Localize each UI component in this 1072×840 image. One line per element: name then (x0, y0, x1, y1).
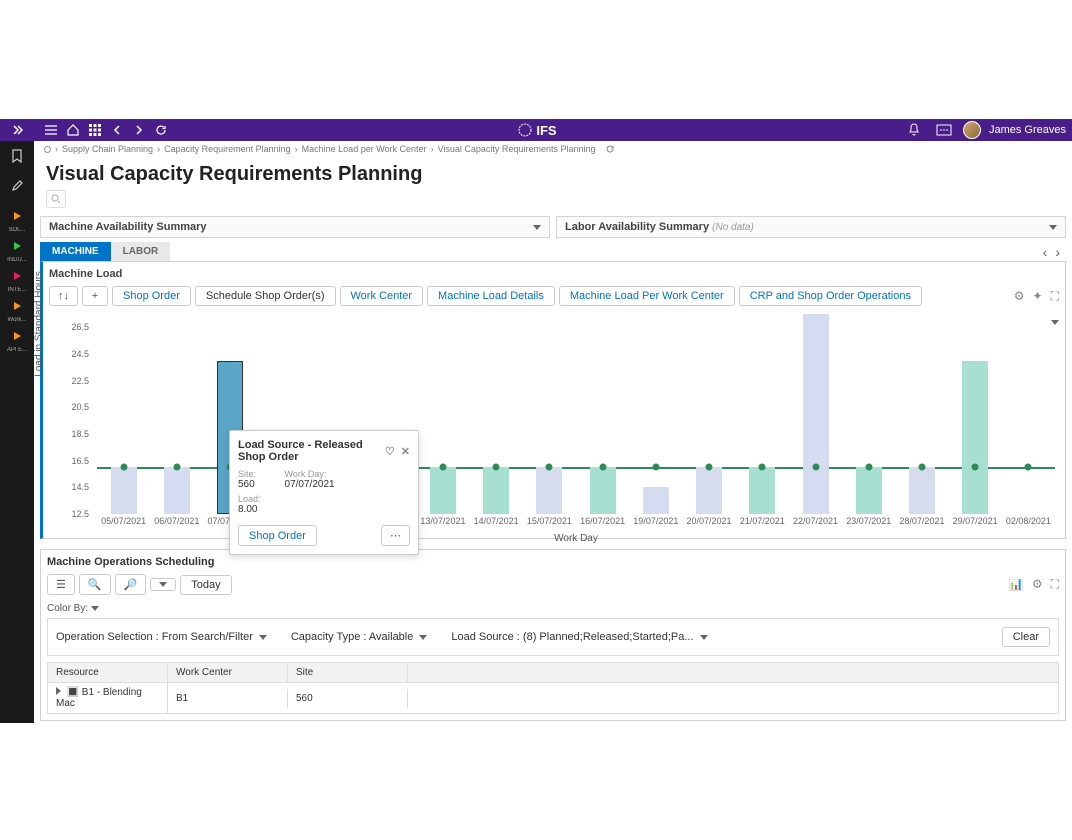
menu-icon[interactable] (40, 119, 62, 141)
x-axis-label: Work Day (554, 533, 598, 544)
th-work-center[interactable]: Work Center (168, 663, 288, 682)
back-icon[interactable] (106, 119, 128, 141)
refresh-icon[interactable] (150, 119, 172, 141)
settings-icon[interactable]: ⚙ (1014, 289, 1025, 304)
brand-logo: IFS (172, 123, 903, 138)
next-icon[interactable]: › (1055, 244, 1060, 260)
work-center-button[interactable]: Work Center (340, 286, 424, 306)
bell-icon[interactable] (903, 119, 925, 141)
prev-icon[interactable]: ‹ (1043, 244, 1048, 260)
breadcrumb: › Supply Chain Planning› Capacity Requir… (34, 141, 1072, 157)
expand-icon[interactable]: ⛶ (1051, 289, 1059, 304)
th-resource[interactable]: Resource (48, 663, 168, 682)
sidebar-item-work[interactable]: Work... (0, 291, 34, 321)
labor-availability-summary-panel[interactable]: Labor Availability Summary (No data) (556, 216, 1066, 238)
sidebar-item-inte[interactable]: INTE... (0, 261, 34, 291)
bc-item[interactable]: Visual Capacity Requirements Planning (438, 144, 596, 154)
user-avatar[interactable] (963, 121, 981, 139)
tab-machine[interactable]: MACHINE (40, 242, 111, 261)
favorite-icon[interactable]: ♡ (385, 445, 395, 458)
user-name[interactable]: James Greaves (989, 124, 1066, 136)
bookmark-icon[interactable] (0, 141, 34, 171)
chart-tooltip-popover: Load Source - Released Shop Order ♡ ✕ Si… (229, 430, 419, 555)
list-view-button[interactable]: ☰ (47, 574, 75, 595)
left-rail: SOL... INDU... INTE... Work... API E... (0, 119, 34, 723)
support-icon[interactable] (933, 119, 955, 141)
page-search-input[interactable] (46, 190, 66, 208)
color-by-dropdown[interactable]: Color By: (47, 603, 99, 614)
chevron-down-icon (533, 225, 541, 230)
table-row[interactable]: 🔳 B1 - Blending Mac B1 560 (48, 683, 1058, 713)
top-bar: IFS James Greaves (34, 119, 1072, 141)
y-axis-label: Load in Standard Hours (34, 271, 45, 377)
expand-icon[interactable]: ⛶ (1051, 577, 1059, 592)
sort-button[interactable]: ↑↓ (49, 286, 78, 306)
today-button[interactable]: Today (180, 575, 231, 595)
refresh-icon[interactable] (605, 144, 615, 154)
machine-availability-summary-panel[interactable]: Machine Availability Summary (40, 216, 550, 238)
edit-icon[interactable] (0, 171, 34, 201)
zoom-in-button[interactable]: 🔍 (79, 574, 111, 595)
bc-item[interactable]: Machine Load per Work Center (302, 144, 427, 154)
forward-icon[interactable] (128, 119, 150, 141)
clear-filters-button[interactable]: Clear (1002, 627, 1050, 647)
page-title: Visual Capacity Requirements Planning (34, 157, 1072, 190)
home-icon[interactable] (62, 119, 84, 141)
th-site[interactable]: Site (288, 663, 408, 682)
sidebar-item-sol[interactable]: SOL... (0, 201, 34, 231)
dropdown-button[interactable] (150, 578, 176, 591)
expand-row-icon[interactable] (56, 687, 61, 695)
machine-load-header: Machine Load (49, 266, 1059, 286)
popover-shop-order-button[interactable]: Shop Order (238, 525, 317, 546)
rail-expand-button[interactable] (0, 119, 34, 141)
crp-ops-button[interactable]: CRP and Shop Order Operations (739, 286, 922, 306)
record-indicator (44, 146, 51, 153)
tab-labor[interactable]: LABOR (111, 242, 171, 261)
chevron-down-icon (1049, 225, 1057, 230)
sidebar-item-api[interactable]: API E... (0, 321, 34, 351)
capacity-type-filter[interactable]: Capacity Type : Available (291, 631, 428, 643)
apps-icon[interactable] (84, 119, 106, 141)
bc-item[interactable]: Capacity Requirement Planning (164, 144, 291, 154)
chart-view-icon[interactable]: 📊 (1009, 577, 1024, 592)
machine-load-details-button[interactable]: Machine Load Details (427, 286, 555, 306)
schedule-shop-orders-button[interactable]: Schedule Shop Order(s) (195, 286, 336, 306)
popover-more-button[interactable]: ⋯ (381, 525, 410, 546)
resource-table: Resource Work Center Site 🔳 B1 - Blendin… (47, 662, 1059, 714)
shop-order-button[interactable]: Shop Order (112, 286, 191, 306)
add-button[interactable]: + (82, 286, 108, 306)
machine-load-per-wc-button[interactable]: Machine Load Per Work Center (559, 286, 735, 306)
zoom-out-button[interactable]: 🔎 (115, 574, 147, 595)
settings-icon[interactable]: ⚙ (1032, 577, 1043, 592)
operation-selection-filter[interactable]: Operation Selection : From Search/Filter (56, 631, 267, 643)
popover-title: Load Source - Released Shop Order (238, 439, 385, 463)
scheduling-header: Machine Operations Scheduling (47, 556, 1059, 574)
config-icon[interactable]: ✦ (1033, 289, 1043, 304)
load-source-filter[interactable]: Load Source : (8) Planned;Released;Start… (451, 631, 707, 643)
close-icon[interactable]: ✕ (401, 445, 410, 458)
sidebar-item-indu[interactable]: INDU... (0, 231, 34, 261)
bc-item[interactable]: Supply Chain Planning (62, 144, 153, 154)
machine-load-chart: Load in Standard Hours 12.514.516.518.52… (49, 314, 1059, 534)
